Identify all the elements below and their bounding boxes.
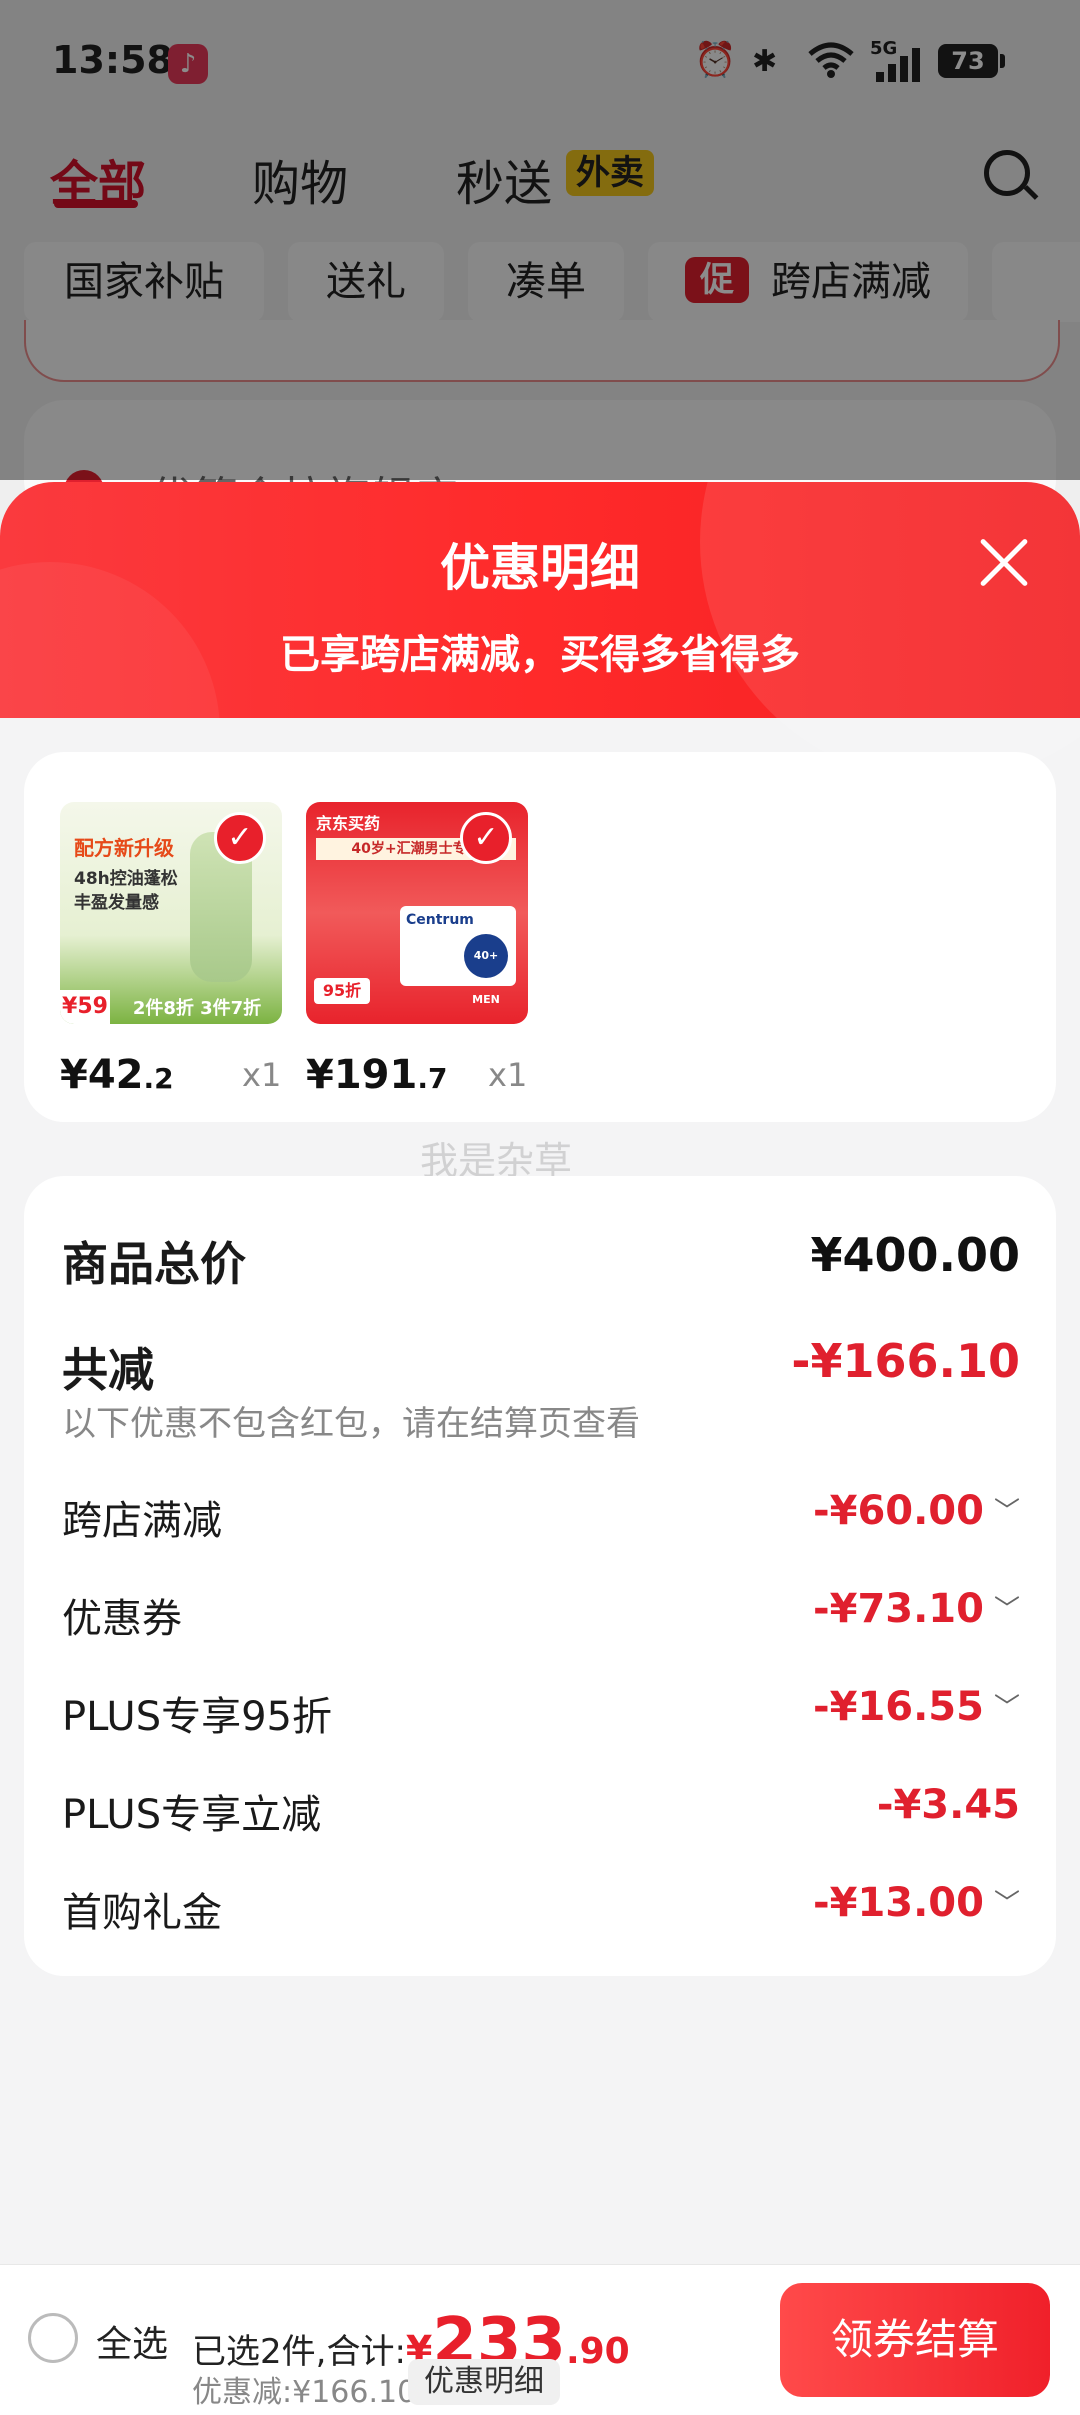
product-price: ¥191.7 xyxy=(306,1052,447,1098)
price-decimal: .2 xyxy=(143,1062,174,1095)
total-reduce-value: -¥166.10 xyxy=(791,1334,1020,1388)
checkout-button[interactable]: 领券结算 xyxy=(780,2283,1050,2397)
select-all-label[interactable]: 全选 xyxy=(96,2315,168,2367)
product-image-text: 配方新升级 xyxy=(74,836,174,860)
discount-row-cross-store[interactable]: -¥60.00 ﹀ xyxy=(813,1488,1020,1534)
price-int: ¥191 xyxy=(306,1052,418,1098)
discount-label: 首购礼金 xyxy=(62,1890,222,1936)
product-image-brand: Centrum xyxy=(406,912,474,928)
select-all-radio[interactable] xyxy=(28,2313,78,2363)
discount-value: -¥16.55 xyxy=(813,1684,984,1730)
product-image-text: 丰盈发量感 xyxy=(74,893,159,913)
product-qty: x1 xyxy=(242,1056,282,1094)
chevron-down-icon[interactable]: ﹀ xyxy=(994,1687,1020,1724)
discount-label: 跨店满减 xyxy=(62,1498,222,1544)
discount-row-coupon[interactable]: -¥73.10 ﹀ xyxy=(813,1586,1020,1632)
price-int: ¥42 xyxy=(60,1052,144,1098)
chevron-down-icon[interactable]: ﹀ xyxy=(994,1883,1020,1920)
chevron-down-icon[interactable]: ﹀ xyxy=(994,1491,1020,1528)
discount-row-plus-95[interactable]: -¥16.55 ﹀ xyxy=(813,1684,1020,1730)
discount-value: -¥3.45 xyxy=(876,1782,1020,1828)
total-price-value: ¥400.00 xyxy=(810,1228,1020,1282)
close-icon[interactable] xyxy=(976,534,1032,590)
summary-prefix: 已选2件,合计: xyxy=(192,2332,406,2372)
price-decimal: .7 xyxy=(417,1062,448,1095)
chevron-down-icon[interactable]: ﹀ xyxy=(994,1589,1020,1626)
total-reduce-label: 共减 xyxy=(62,1343,154,1397)
discount-row-plus-instant: -¥3.45 xyxy=(877,1782,1020,1828)
modal-overlay[interactable] xyxy=(0,0,1080,480)
discount-value: -¥73.10 xyxy=(813,1586,984,1632)
product-image-promo: 2件8折 3件7折 xyxy=(132,998,262,1019)
discount-label: PLUS专享95折 xyxy=(62,1694,332,1740)
product-image-price: ¥59 xyxy=(60,990,110,1024)
discount-detail-sheet: 优惠明细 已享跨店满减，买得多省得多 配方新升级 48h控油蓬松 丰盈发量感 ¥… xyxy=(0,482,1080,2414)
discount-total: 优惠减:¥166.10 xyxy=(192,2375,417,2410)
checkout-bar: 全选 已选2件,合计:¥233.90 优惠减:¥166.10 优惠明细 领券结算 xyxy=(0,2264,1080,2415)
total-decimal: .90 xyxy=(565,2331,630,2372)
product-image-text: 京东买药 xyxy=(316,814,381,833)
checked-icon[interactable]: ✓ xyxy=(214,812,266,864)
discount-details-card: 商品总价 ¥400.00 共减 -¥166.10 以下优惠不包含红包，请在结算页… xyxy=(24,1176,1056,1976)
product-image-discount: 95折 xyxy=(314,978,370,1004)
product-image-badge: 40+ MEN xyxy=(464,934,508,1006)
product-box: Centrum 40+ MEN xyxy=(400,906,516,1006)
discount-label: 优惠券 xyxy=(62,1596,182,1642)
sheet-title: 优惠明细 xyxy=(440,539,640,597)
discount-value: -¥13.00 xyxy=(813,1880,984,1926)
product-price: ¥42.2 xyxy=(60,1052,174,1098)
sheet-subtitle: 已享跨店满减，买得多省得多 xyxy=(280,632,800,678)
discount-note: 以下优惠不包含红包，请在结算页查看 xyxy=(62,1404,640,1444)
discount-row-first-purchase[interactable]: -¥13.00 ﹀ xyxy=(813,1880,1020,1926)
product-image-text: 48h控油蓬松 xyxy=(74,869,178,889)
selected-products-card: 配方新升级 48h控油蓬松 丰盈发量感 ¥59 2件8折 3件7折 ✓ 京东买药… xyxy=(24,752,1056,1122)
checked-icon[interactable]: ✓ xyxy=(460,812,512,864)
discount-label: PLUS专享立减 xyxy=(62,1792,322,1838)
sheet-header: 优惠明细 已享跨店满减，买得多省得多 xyxy=(0,482,1080,902)
total-price-label: 商品总价 xyxy=(62,1237,246,1291)
product-qty: x1 xyxy=(488,1056,528,1094)
discount-detail-button[interactable]: 优惠明细 xyxy=(408,2359,560,2405)
discount-value: -¥60.00 xyxy=(813,1488,984,1534)
